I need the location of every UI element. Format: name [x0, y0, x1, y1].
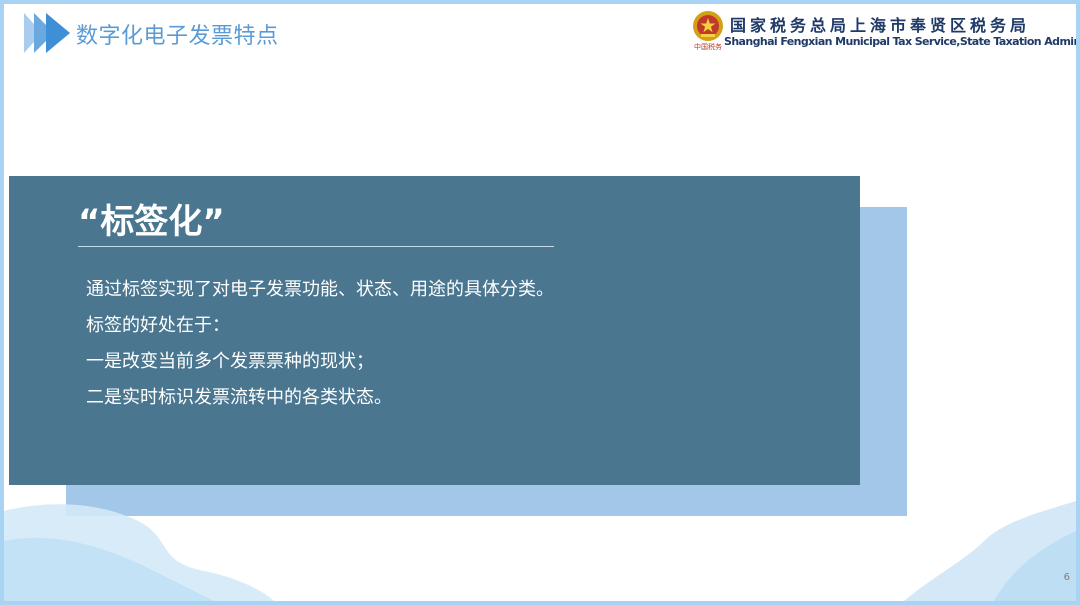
body-line: 二是实时标识发票流转中的各类状态。: [86, 387, 392, 408]
page-title: 数字化电子发票特点: [76, 24, 279, 49]
watercolor-decoration: [4, 501, 1076, 601]
body-line: 一是改变当前多个发票票种的现状；: [86, 351, 374, 372]
triple-chevron-icon: [24, 13, 70, 53]
slide: 数字化电子发票特点 中国税务 国家税务总局上海市奉贤区税务局 Shanghai …: [0, 0, 1080, 605]
body-line: 标签的好处在于：: [86, 315, 230, 336]
heading-divider: [78, 246, 554, 247]
body-line: 通过标签实现了对电子发票功能、状态、用途的具体分类。: [86, 279, 554, 300]
page-number: 6: [1063, 572, 1070, 583]
card-body: 通过标签实现了对电子发票功能、状态、用途的具体分类。 标签的好处在于： 一是改变…: [86, 272, 786, 416]
org-name-en: Shanghai Fengxian Municipal Tax Service,…: [724, 35, 1080, 48]
card-heading: “标签化”: [78, 202, 225, 242]
org-logo-block: 中国税务 国家税务总局上海市奉贤区税务局 Shanghai Fengxian M…: [692, 10, 1076, 54]
emblem-caption: 中国税务: [694, 43, 722, 51]
tax-emblem-icon: [693, 11, 723, 41]
org-name-cn: 国家税务总局上海市奉贤区税务局: [730, 16, 1031, 35]
